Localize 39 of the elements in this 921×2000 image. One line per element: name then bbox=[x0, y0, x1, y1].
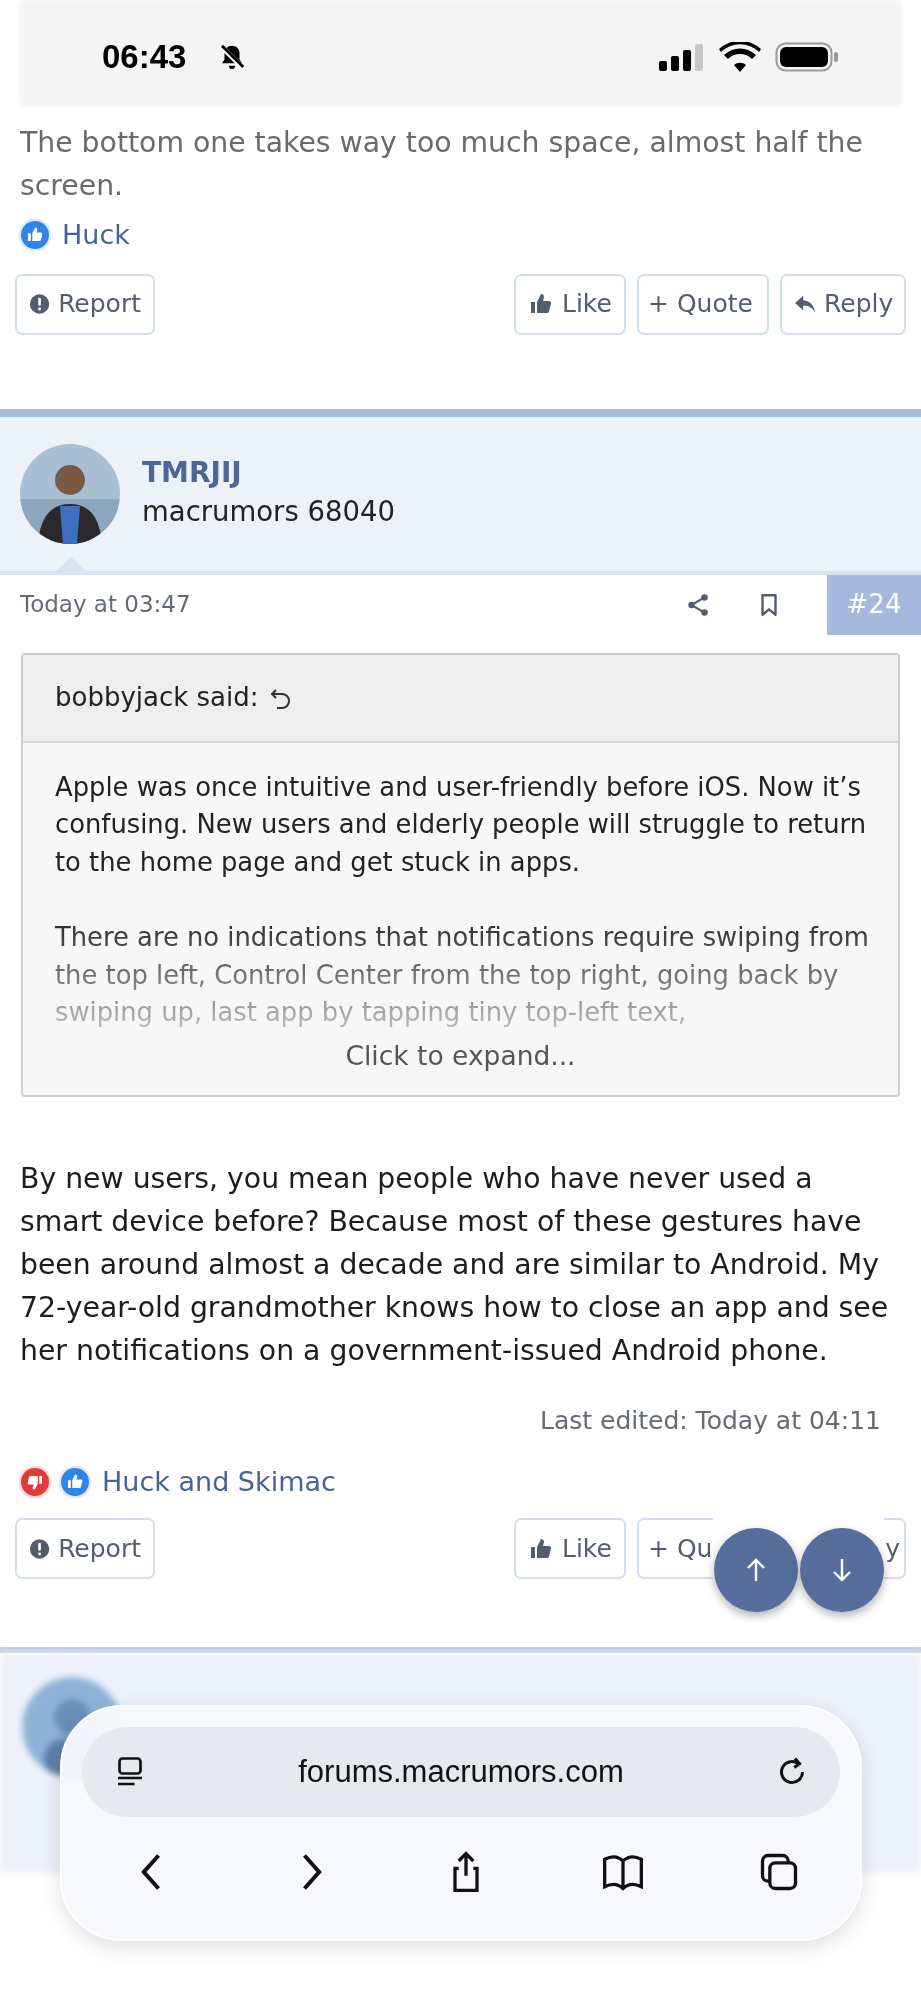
quote-button[interactable]: + Qu bbox=[637, 1518, 713, 1580]
thumbs-up-icon bbox=[58, 1465, 92, 1499]
username-link[interactable]: TMRJIJ bbox=[142, 454, 395, 492]
wifi-icon bbox=[719, 42, 761, 72]
scroll-up-button[interactable] bbox=[714, 1528, 798, 1613]
jump-back-icon[interactable] bbox=[270, 686, 291, 709]
last-edited-text: Last edited: Today at 04:11 bbox=[540, 1406, 881, 1436]
quote-author: bobbyjack said: bbox=[55, 681, 259, 714]
quote-button[interactable]: + Quote bbox=[637, 273, 769, 335]
url-text: forums.macrumors.com bbox=[297, 1752, 625, 1791]
reply-button[interactable]: y bbox=[884, 1518, 906, 1580]
thumbs-up-icon bbox=[18, 218, 52, 253]
arrow-down-icon bbox=[830, 1557, 854, 1584]
post-date: Today at 03:47 bbox=[19, 590, 192, 620]
reply-icon bbox=[794, 294, 816, 314]
signal-icon bbox=[659, 43, 705, 71]
post-text: The bottom one takes way too much space, almost half the screen. bbox=[19, 125, 864, 204]
address-bar[interactable]: forums.macrumors.com bbox=[82, 1727, 840, 1817]
thumbs-down-icon bbox=[18, 1465, 52, 1499]
reaction-users-link[interactable]: Huck and Skimac bbox=[102, 1461, 336, 1503]
alert-icon bbox=[29, 1537, 51, 1560]
reaction-users-link[interactable]: Huck bbox=[62, 215, 130, 256]
quote-text: Apple was once intuitive and user-friendly before iOS. Now it’s confusing. New users and elderly people will struggle to return to the home page and get stuck in apps. bbox=[55, 770, 868, 879]
report-button[interactable]: Report bbox=[15, 273, 155, 335]
thumbs-up-icon bbox=[528, 292, 554, 316]
battery-icon bbox=[775, 42, 839, 72]
scroll-down-button[interactable] bbox=[800, 1528, 884, 1613]
alert-icon bbox=[29, 293, 51, 315]
share-icon[interactable] bbox=[685, 591, 711, 618]
user-title: macrumors 68040 bbox=[142, 494, 395, 530]
expand-link[interactable]: Click to expand... bbox=[345, 1039, 576, 1071]
thumbs-up-icon bbox=[528, 1536, 554, 1561]
like-button[interactable]: Like bbox=[514, 1518, 626, 1580]
post-text: By new users, you mean people who have never used a smart device before? Because most of these gestures have been around almost a decade and are similar to Android. My 72-year-old grandmother knows how to close an app and see her notifications on a government-issued Android phone. bbox=[19, 1161, 890, 1370]
quote-text: There are no indications that notifications require swiping from the top left, Control Center from the top right, going back by swiping up, last app by tapping tiny top-left text, bbox=[55, 921, 870, 1029]
report-button[interactable]: Report bbox=[15, 1518, 155, 1580]
reply-button[interactable]: Reply bbox=[780, 273, 906, 335]
like-button[interactable]: Like bbox=[514, 273, 626, 335]
status-time: 06:43 bbox=[102, 40, 187, 73]
